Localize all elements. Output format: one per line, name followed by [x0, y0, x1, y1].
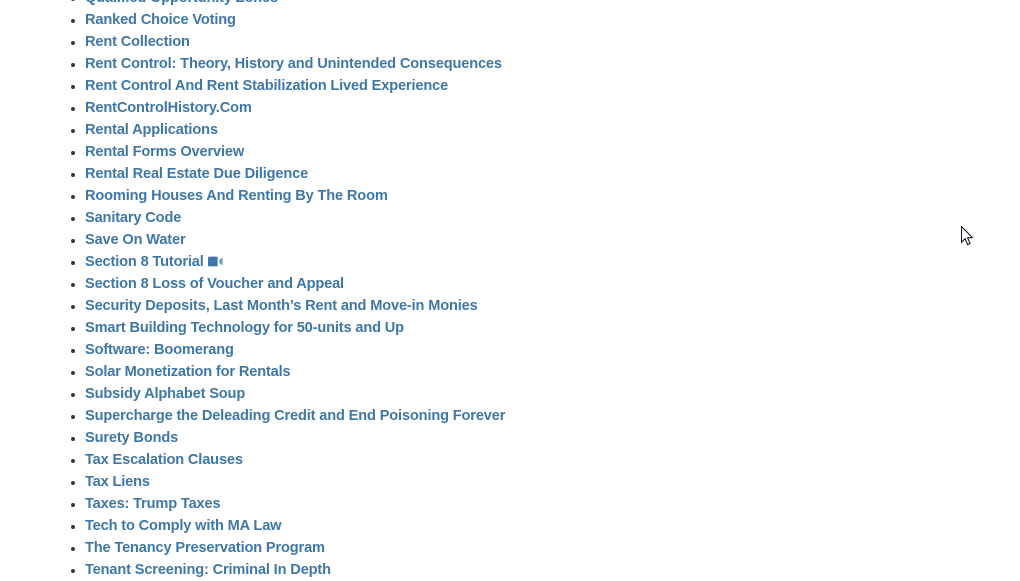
list-item: Rental Applications: [0, 119, 1020, 141]
video-camera-icon: [207, 256, 223, 267]
resource-link[interactable]: Security Deposits, Last Month’s Rent and…: [85, 298, 478, 314]
resource-link[interactable]: Rental Real Estate Due Diligence: [85, 166, 308, 182]
list-bullet-icon: [71, 282, 75, 287]
list-bullet-icon: [71, 326, 75, 331]
list-bullet-icon: [71, 348, 75, 353]
list-bullet-icon: [71, 150, 75, 155]
list-item: Supercharge the Deleading Credit and End…: [0, 405, 1020, 427]
resource-link[interactable]: Tax Escalation Clauses: [85, 452, 243, 468]
list-item: Taxes: Trump Taxes: [0, 493, 1020, 515]
resource-link[interactable]: Section 8 Loss of Voucher and Appeal: [85, 276, 344, 292]
resource-link[interactable]: Software: Boomerang: [85, 342, 234, 358]
resource-link[interactable]: Section 8 Tutorial: [85, 254, 204, 270]
list-item: Section 8 Loss of Voucher and Appeal: [0, 273, 1020, 295]
resource-link[interactable]: Ranked Choice Voting: [85, 12, 236, 28]
resource-link[interactable]: Tax Liens: [85, 474, 150, 490]
list-bullet-icon: [71, 436, 75, 441]
list-bullet-icon: [71, 62, 75, 67]
list-bullet-icon: [71, 216, 75, 221]
list-bullet-icon: [71, 194, 75, 199]
list-item: Solar Monetization for Rentals: [0, 361, 1020, 383]
list-bullet-icon: [71, 502, 75, 507]
list-item: Security Deposits, Last Month’s Rent and…: [0, 295, 1020, 317]
resource-link[interactable]: Tenant Screening: Criminal In Depth: [85, 562, 331, 578]
list-bullet-icon: [71, 172, 75, 177]
list-item: Tax Liens: [0, 471, 1020, 493]
list-bullet-icon: [71, 128, 75, 133]
resource-link[interactable]: Sanitary Code: [85, 210, 181, 226]
resource-link[interactable]: Save On Water: [85, 232, 186, 248]
list-bullet-icon: [71, 260, 75, 265]
page-root: Qualified Opportunity Zones Ranked Choice…: [0, 0, 1020, 581]
list-bullet-icon: [71, 458, 75, 463]
list-item: Tenant Screening: Criminal In Depth: [0, 559, 1020, 581]
list-bullet-icon: [71, 238, 75, 243]
resource-link[interactable]: Rental Applications: [85, 122, 218, 138]
list-bullet-icon: [71, 480, 75, 485]
list-item: Surety Bonds: [0, 427, 1020, 449]
list-item: Software: Boomerang: [0, 339, 1020, 361]
resource-link[interactable]: Smart Building Technology for 50-units a…: [85, 320, 404, 336]
list-item: Rooming Houses And Renting By The Room: [0, 185, 1020, 207]
list-item: The Tenancy Preservation Program: [0, 537, 1020, 559]
list-item: Rental Real Estate Due Diligence: [0, 163, 1020, 185]
list-item: Rent Control: Theory, History and Uninte…: [0, 53, 1020, 75]
resource-link[interactable]: Surety Bonds: [85, 430, 178, 446]
list-item: RentControlHistory.Com: [0, 97, 1020, 119]
list-item: Qualified Opportunity Zones: [0, 0, 1020, 9]
resource-link[interactable]: Rental Forms Overview: [85, 144, 244, 160]
list-item: Rental Forms Overview: [0, 141, 1020, 163]
resource-link[interactable]: Supercharge the Deleading Credit and End…: [85, 408, 505, 424]
resource-link[interactable]: Rent Collection: [85, 34, 190, 50]
list-bullet-icon: [71, 106, 75, 111]
list-item: Rent Control And Rent Stabilization Live…: [0, 75, 1020, 97]
list-item: Section 8 Tutorial: [0, 251, 1020, 273]
resource-link[interactable]: Subsidy Alphabet Soup: [85, 386, 245, 402]
list-item: Subsidy Alphabet Soup: [0, 383, 1020, 405]
list-bullet-icon: [71, 84, 75, 89]
list-item: Save On Water: [0, 229, 1020, 251]
list-item: Tax Escalation Clauses: [0, 449, 1020, 471]
resource-link[interactable]: Rent Control And Rent Stabilization Live…: [85, 78, 448, 94]
resource-link[interactable]: Solar Monetization for Rentals: [85, 364, 291, 380]
list-item: Ranked Choice Voting: [0, 9, 1020, 31]
list-bullet-icon: [71, 0, 75, 1]
resource-link[interactable]: The Tenancy Preservation Program: [85, 540, 325, 556]
list-item: Sanitary Code: [0, 207, 1020, 229]
list-bullet-icon: [71, 546, 75, 551]
resource-link[interactable]: Taxes: Trump Taxes: [85, 496, 221, 512]
resource-link[interactable]: Tech to Comply with MA Law: [85, 518, 282, 534]
resource-link[interactable]: Qualified Opportunity Zones: [85, 0, 278, 6]
list-bullet-icon: [71, 568, 75, 573]
list-item: Tech to Comply with MA Law: [0, 515, 1020, 537]
list-bullet-icon: [71, 370, 75, 375]
resource-link[interactable]: Rooming Houses And Renting By The Room: [85, 188, 388, 204]
resource-link-list: Qualified Opportunity Zones Ranked Choice…: [0, 0, 1020, 581]
list-item: Rent Collection: [0, 31, 1020, 53]
list-bullet-icon: [71, 414, 75, 419]
list-item: Smart Building Technology for 50-units a…: [0, 317, 1020, 339]
list-bullet-icon: [71, 392, 75, 397]
resource-link[interactable]: Rent Control: Theory, History and Uninte…: [85, 56, 502, 72]
list-viewport: Qualified Opportunity Zones Ranked Choice…: [0, 0, 1020, 581]
list-bullet-icon: [71, 40, 75, 45]
resource-link[interactable]: RentControlHistory.Com: [85, 100, 252, 116]
list-bullet-icon: [71, 304, 75, 309]
list-bullet-icon: [71, 524, 75, 529]
list-bullet-icon: [71, 18, 75, 23]
